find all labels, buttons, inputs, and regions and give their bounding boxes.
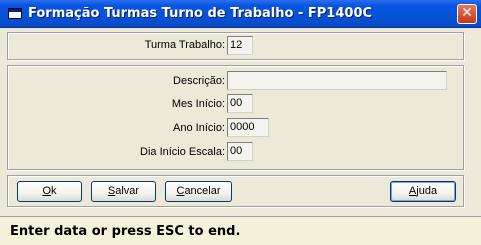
ok-button-label: k	[51, 185, 57, 197]
dia-inicio-escala-field[interactable]: 00	[227, 142, 253, 161]
close-button[interactable]: ✕	[457, 4, 477, 24]
ajuda-button[interactable]: Ajuda	[390, 181, 456, 202]
ajuda-button-label: juda	[416, 185, 438, 197]
turma-trabalho-label: Turma Trabalho:	[144, 39, 225, 51]
turma-trabalho-field[interactable]: 12	[227, 36, 253, 55]
descricao-field[interactable]	[227, 71, 447, 90]
cancelar-button-label: ancelar	[184, 185, 221, 197]
ok-button[interactable]: Ok	[17, 181, 82, 202]
cancelar-button[interactable]: Cancelar	[165, 181, 232, 202]
mes-inicio-field[interactable]: 00	[227, 94, 253, 113]
ok-button-hotkey: O	[42, 185, 52, 197]
status-text: Enter data or press ESC to end.	[10, 224, 241, 239]
ano-inicio-field[interactable]: 0000	[227, 118, 269, 137]
title-bar[interactable]: Formação Turmas Turno de Trabalho - FP14…	[0, 0, 481, 28]
dia-inicio-escala-label: Dia Início Escala:	[140, 146, 225, 158]
status-bar: Enter data or press ESC to end.	[0, 216, 481, 245]
mes-inicio-label: Mes Início:	[171, 98, 225, 110]
salvar-button[interactable]: Salvar	[91, 181, 156, 202]
descricao-label: Descrição:	[173, 75, 225, 87]
salvar-button-label: alvar	[115, 185, 140, 197]
window-title: Formação Turmas Turno de Trabalho - FP14…	[28, 6, 373, 21]
ano-inicio-label: Ano Início:	[173, 122, 225, 134]
window-icon	[8, 8, 22, 19]
dialog-window: Formação Turmas Turno de Trabalho - FP14…	[0, 0, 481, 245]
close-icon: ✕	[461, 5, 473, 21]
